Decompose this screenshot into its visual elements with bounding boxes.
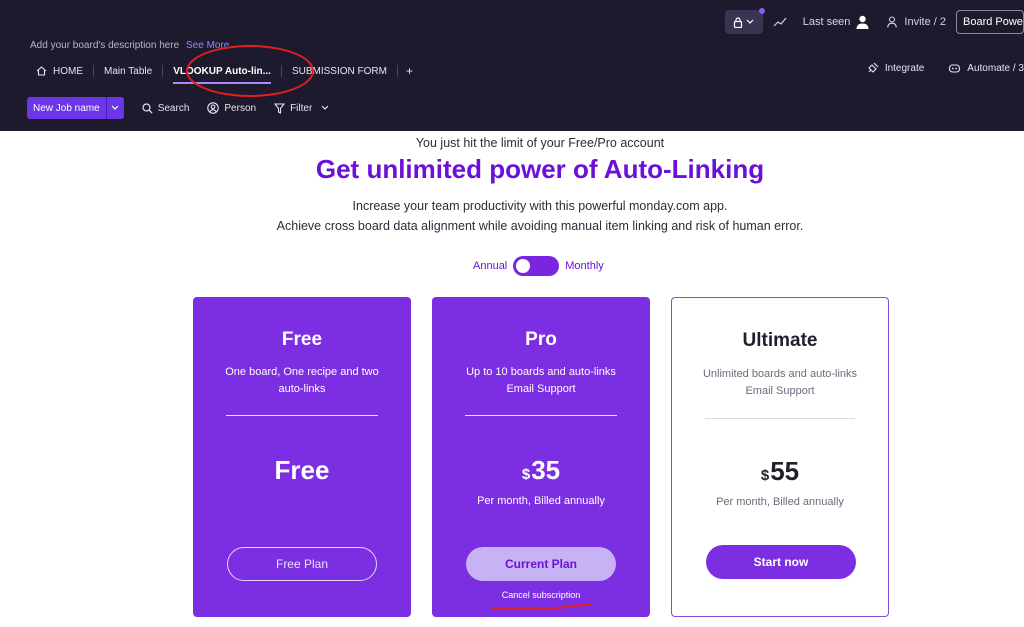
- activity-icon[interactable]: [773, 17, 787, 27]
- invite-label: Invite / 2: [904, 16, 946, 28]
- cancel-subscription-link[interactable]: Cancel subscription: [432, 590, 650, 600]
- monthly-label[interactable]: Monthly: [565, 260, 604, 272]
- plan-price: $ 35: [432, 455, 650, 486]
- board-header: Last seen Invite / 2 Board Power-U Add y…: [0, 0, 1024, 131]
- current-plan-button[interactable]: Current Plan: [466, 547, 616, 581]
- plug-icon: [868, 62, 879, 73]
- plan-title: Ultimate: [742, 330, 818, 351]
- plan-description-line: Up to 10 boards and auto-links: [466, 366, 616, 378]
- plan-card-free: Free One board, One recipe and two auto-…: [193, 297, 411, 617]
- chevron-down-icon: [111, 105, 119, 110]
- billing-toggle-group: Annual Monthly: [473, 256, 604, 276]
- new-item-label[interactable]: New Job name: [27, 97, 106, 119]
- currency-symbol: $: [760, 467, 770, 484]
- plan-description: Unlimited boards and auto-links Email Su…: [692, 366, 868, 400]
- plan-title: Free: [281, 329, 323, 350]
- filter-label: Filter: [290, 102, 313, 114]
- notification-dot: [758, 8, 765, 14]
- plan-card-pro: Pro Up to 10 boards and auto-links Email…: [432, 297, 650, 617]
- filter-icon: [274, 102, 286, 114]
- plan-price-value: Free: [274, 455, 330, 485]
- plan-price: Free: [193, 455, 411, 486]
- board-description: Add your board's description here See Mo…: [30, 40, 229, 51]
- plan-divider: [705, 418, 855, 419]
- integrations-bar: Integrate Automate / 3: [867, 62, 1024, 74]
- board-description-text[interactable]: Add your board's description here: [30, 40, 179, 51]
- plan-description: Up to 10 boards and auto-links Email Sup…: [452, 364, 630, 398]
- person-icon: [207, 102, 220, 114]
- integrate-label: Integrate: [884, 62, 925, 74]
- invite-button[interactable]: Invite / 2: [887, 16, 946, 28]
- annotation-circle: [186, 45, 314, 97]
- person-filter-button[interactable]: Person: [207, 102, 256, 114]
- plan-title: Pro: [525, 329, 557, 350]
- plan-description-line: auto-links: [278, 383, 326, 395]
- integrate-button[interactable]: Integrate: [867, 62, 924, 74]
- plan-price-value: 35: [531, 455, 561, 485]
- search-button[interactable]: Search: [142, 102, 190, 114]
- person-label: Person: [224, 102, 257, 114]
- last-seen[interactable]: Last seen: [803, 15, 870, 29]
- add-view-button[interactable]: +: [398, 64, 421, 78]
- upsell-subline: Increase your team productivity with thi…: [352, 199, 728, 213]
- plan-description-line: One board, One recipe and two: [225, 366, 379, 378]
- plan-description-line: Email Support: [506, 383, 576, 395]
- chevron-down-icon: [321, 105, 329, 110]
- tab-home[interactable]: HOME: [26, 58, 93, 84]
- robot-icon: [949, 64, 961, 73]
- search-label: Search: [157, 102, 190, 114]
- plan-description-line: Unlimited boards and auto-links: [702, 368, 858, 380]
- free-plan-button[interactable]: Free Plan: [227, 547, 377, 581]
- header-actions: Last seen Invite / 2 Board Power-U: [724, 8, 1024, 34]
- annotation-underline: [491, 603, 592, 610]
- plan-billing-note: Per month, Billed annually: [477, 495, 605, 507]
- new-item-button[interactable]: New Job name: [27, 97, 124, 119]
- home-icon: [36, 66, 47, 76]
- plan-divider: [226, 415, 378, 416]
- plan-price: $ 55: [672, 456, 888, 487]
- plan-card-ultimate: Ultimate Unlimited boards and auto-links…: [671, 297, 889, 617]
- limit-notice: You just hit the limit of your Free/Pro …: [415, 136, 665, 150]
- currency-symbol: $: [521, 466, 531, 483]
- toggle-knob: [516, 259, 531, 273]
- filter-button[interactable]: Filter: [274, 103, 329, 114]
- person-add-icon: [887, 16, 898, 28]
- plan-price-value: 55: [770, 456, 800, 486]
- upsell-subline: Achieve cross board data alignment while…: [276, 219, 804, 233]
- tab-main-table[interactable]: Main Table: [94, 58, 162, 84]
- tab-main-table-label: Main Table: [104, 65, 153, 77]
- annual-label[interactable]: Annual: [473, 260, 507, 272]
- search-icon: [142, 102, 153, 114]
- plan-description: One board, One recipe and two auto-links: [213, 364, 391, 398]
- plan-divider: [465, 415, 617, 416]
- start-now-button[interactable]: Start now: [706, 545, 856, 579]
- board-power-button[interactable]: Board Power-U: [956, 10, 1024, 34]
- chevron-down-icon: [746, 19, 754, 24]
- lock-icon: [734, 16, 743, 28]
- billing-period-toggle[interactable]: [513, 256, 560, 276]
- automate-label: Automate / 3: [967, 62, 1024, 74]
- plan-description-line: Email Support: [745, 385, 815, 397]
- user-avatar-icon: [856, 15, 869, 29]
- plan-billing-note: Per month, Billed annually: [716, 496, 844, 508]
- automate-button[interactable]: Automate / 3: [948, 63, 1024, 74]
- last-seen-label: Last seen: [802, 16, 851, 28]
- new-item-dropdown[interactable]: [105, 97, 124, 119]
- board-toolbar: New Job name Search Person Filter: [27, 97, 329, 119]
- tab-home-label: HOME: [53, 65, 83, 77]
- lock-button[interactable]: [724, 8, 765, 34]
- upsell-headline: Get unlimited power of Auto-Linking: [315, 154, 765, 184]
